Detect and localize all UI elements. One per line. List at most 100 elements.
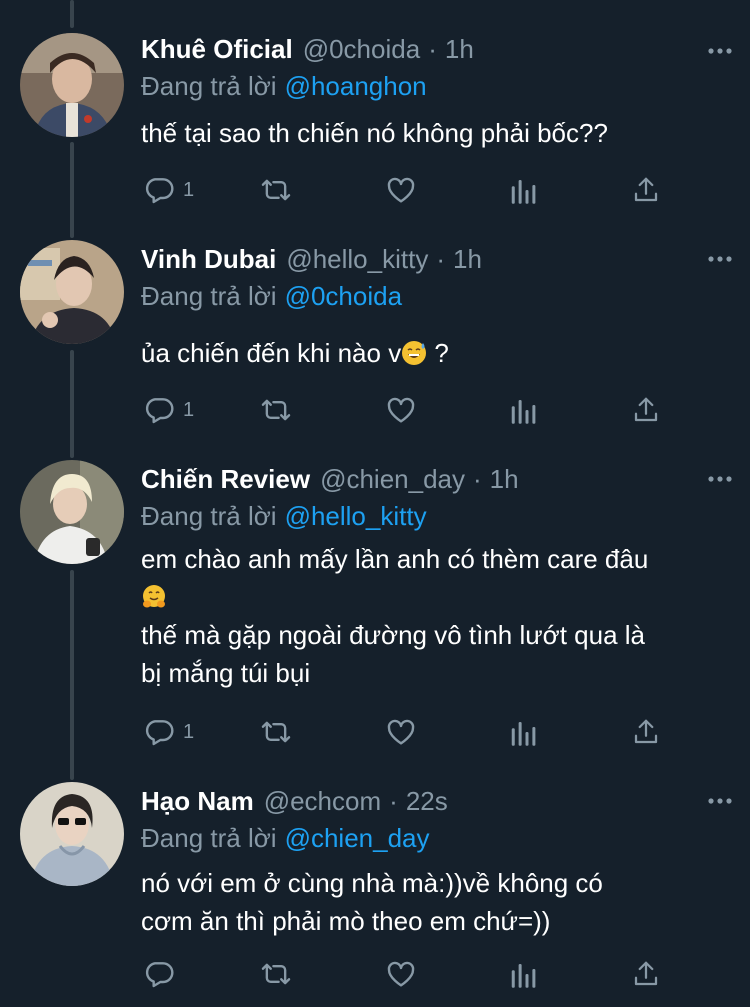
separator-dot: ·: [473, 463, 482, 494]
reply-icon: [145, 720, 174, 746]
reply-button[interactable]: 1: [143, 392, 194, 428]
retweet-button[interactable]: [259, 392, 293, 428]
reply-context: Đang trả lời @chien_day: [141, 820, 730, 856]
analytics-icon: [511, 400, 536, 424]
tweet-text: em chào anh mấy lần anh có thèm care đâu…: [141, 540, 730, 692]
tweet-text-line: cơm ăn thì phải mò theo em chứ=)): [141, 906, 551, 936]
more-button[interactable]: [700, 782, 740, 820]
more-icon: [708, 48, 732, 54]
retweet-icon: [261, 721, 291, 743]
username[interactable]: @chien_day: [320, 464, 465, 495]
retweet-icon: [261, 399, 291, 421]
tweet[interactable]: Chiến Review @chien_day · 1h Đang trả lờ…: [0, 440, 750, 762]
tweet-text: ủa chiến đến khi nào v ?: [141, 334, 730, 372]
like-button[interactable]: [385, 392, 417, 428]
tweet-text-line: [141, 578, 730, 616]
reply-icon: [145, 962, 174, 988]
reply-context: Đang trả lời @0choida: [141, 278, 730, 314]
username[interactable]: @0choida: [303, 34, 420, 65]
reply-count: 1: [183, 398, 195, 421]
action-bar: 1: [141, 392, 681, 428]
display-name[interactable]: Khuê Oficial: [141, 34, 293, 65]
more-button[interactable]: [700, 32, 740, 70]
tweet-text: nó với em ở cùng nhà mà:))về không có cơ…: [141, 864, 730, 940]
display-name[interactable]: Hạo Nam: [141, 786, 254, 817]
username[interactable]: @echcom: [264, 786, 381, 817]
display-name[interactable]: Chiến Review: [141, 464, 310, 495]
analytics-button[interactable]: [509, 956, 537, 992]
share-icon: [634, 397, 658, 422]
analytics-icon: [511, 722, 536, 746]
share-icon: [634, 719, 658, 744]
reply-icon: [145, 178, 174, 204]
reply-prefix: Đang trả lời: [141, 281, 277, 311]
analytics-button[interactable]: [509, 172, 537, 208]
timestamp[interactable]: 1h: [445, 34, 474, 65]
analytics-icon: [511, 964, 536, 988]
analytics-button[interactable]: [509, 392, 537, 428]
avatar[interactable]: [20, 33, 124, 137]
timestamp[interactable]: 1h: [490, 464, 519, 495]
analytics-button[interactable]: [509, 714, 537, 750]
tweet-text-segment: ?: [427, 338, 449, 368]
reply-prefix: Đang trả lời: [141, 823, 277, 853]
tweet[interactable]: Khuê Oficial @0choida · 1h Đang trả lời @…: [0, 0, 750, 220]
mention-link[interactable]: @chien_day: [285, 823, 430, 853]
reply-button[interactable]: 1: [143, 172, 194, 208]
more-button[interactable]: [700, 460, 740, 498]
heart-icon: [387, 961, 415, 987]
like-button[interactable]: [385, 714, 417, 750]
reply-button[interactable]: 1: [143, 714, 194, 750]
reply-context: Đang trả lời @hoanghon: [141, 68, 730, 104]
hugging-face-emoji: [143, 585, 165, 608]
reply-count: 1: [183, 720, 195, 743]
reply-context: Đang trả lời @hello_kitty: [141, 498, 730, 534]
like-button[interactable]: [385, 172, 417, 208]
share-icon: [634, 177, 658, 202]
username[interactable]: @hello_kitty: [286, 244, 428, 275]
share-button[interactable]: [631, 172, 661, 208]
tweet[interactable]: Hạo Nam @echcom · 22s Đang trả lời @chien…: [0, 762, 750, 1007]
reply-icon: [145, 398, 174, 424]
tweet-text-line: thế tại sao th chiến nó không phải bốc??: [141, 118, 608, 148]
mention-link[interactable]: @hoanghon: [285, 71, 427, 101]
tweet-text-line: ủa chiến đến khi nào v ?: [141, 334, 730, 372]
retweet-button[interactable]: [259, 172, 293, 208]
share-button[interactable]: [631, 392, 661, 428]
mention-link[interactable]: @hello_kitty: [285, 501, 427, 531]
heart-icon: [387, 397, 415, 423]
display-name[interactable]: Vinh Dubai: [141, 244, 276, 275]
avatar[interactable]: [20, 240, 124, 344]
analytics-icon: [511, 180, 536, 204]
retweet-button[interactable]: [259, 714, 293, 750]
action-bar: 1: [141, 172, 681, 208]
timestamp[interactable]: 1h: [453, 244, 482, 275]
tweet-text-line: thế mà gặp ngoài đường vô tình lướt qua …: [141, 620, 646, 650]
separator-dot: ·: [389, 785, 398, 816]
mention-link[interactable]: @0choida: [285, 281, 402, 311]
separator-dot: ·: [428, 33, 437, 64]
avatar[interactable]: [20, 460, 124, 564]
retweet-button[interactable]: [259, 956, 293, 992]
retweet-icon: [261, 179, 291, 201]
heart-icon: [387, 177, 415, 203]
share-icon: [634, 961, 658, 986]
heart-icon: [387, 719, 415, 745]
more-icon: [708, 256, 732, 262]
like-button[interactable]: [385, 956, 417, 992]
share-button[interactable]: [631, 956, 661, 992]
share-button[interactable]: [631, 714, 661, 750]
tweet[interactable]: Vinh Dubai @hello_kitty · 1h Đang trả lờ…: [0, 220, 750, 440]
action-bar: [141, 956, 681, 992]
grinning-sweat-emoji: [402, 341, 427, 365]
reply-button[interactable]: [143, 956, 183, 992]
timestamp[interactable]: 22s: [406, 786, 448, 817]
reply-prefix: Đang trả lời: [141, 71, 277, 101]
reply-prefix: Đang trả lời: [141, 501, 277, 531]
more-button[interactable]: [700, 240, 740, 278]
tweet-text: thế tại sao th chiến nó không phải bốc??: [141, 114, 730, 152]
tweet-text-line: bị mắng túi bụi: [141, 658, 311, 688]
avatar[interactable]: [20, 782, 124, 886]
separator-dot: ·: [436, 243, 445, 274]
more-icon: [708, 476, 732, 482]
